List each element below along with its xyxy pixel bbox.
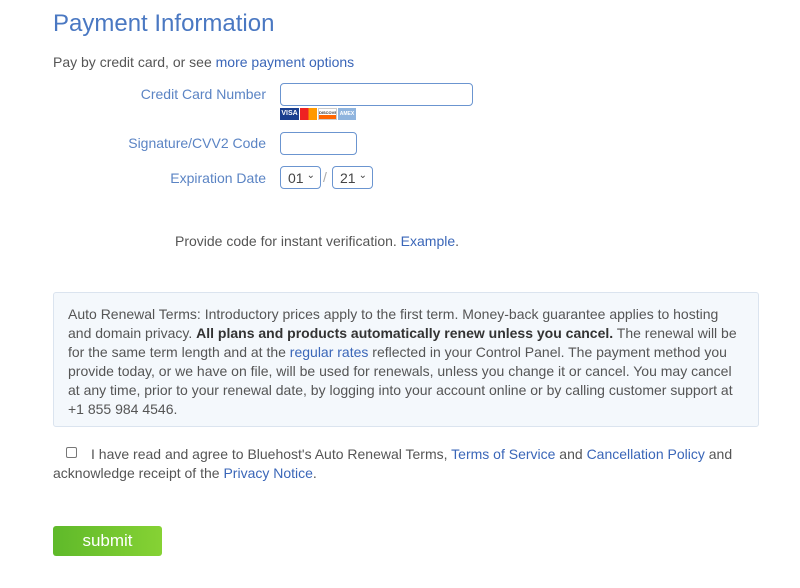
visa-logo: VISA	[280, 108, 299, 120]
expiration-year-select[interactable]: 21 ⌄	[332, 166, 373, 189]
terms-of-service-link[interactable]: Terms of Service	[451, 446, 555, 462]
cvv-label: Signature/CVV2 Code	[128, 135, 266, 151]
more-payment-options-link[interactable]: more payment options	[216, 54, 355, 70]
discover-logo: DISCOVER	[318, 108, 337, 120]
card-number-input[interactable]	[280, 83, 473, 106]
verification-text: Provide code for instant verification. E…	[175, 233, 460, 249]
chevron-down-icon: ⌄	[358, 170, 367, 181]
expiration-label: Expiration Date	[170, 170, 266, 186]
page-title: Payment Information	[53, 10, 275, 37]
agreement: I have read and agree to Bluehost's Auto…	[53, 446, 733, 481]
regular-rates-link[interactable]: regular rates	[290, 344, 369, 360]
submit-button[interactable]: submit	[53, 526, 162, 556]
chevron-down-icon: ⌄	[306, 170, 315, 181]
privacy-notice-link[interactable]: Privacy Notice	[223, 465, 312, 481]
accepted-cards: VISA DISCOVER AMEX	[280, 108, 356, 120]
agree-checkbox[interactable]	[66, 447, 77, 458]
cancellation-policy-link[interactable]: Cancellation Policy	[587, 446, 705, 462]
amex-logo: AMEX	[338, 108, 356, 120]
intro-text: Pay by credit card, or see more payment …	[53, 54, 355, 70]
date-separator: /	[323, 169, 327, 185]
example-link[interactable]: Example	[401, 233, 455, 249]
expiration-month-select[interactable]: 01 ⌄	[280, 166, 321, 189]
mastercard-logo	[300, 108, 317, 120]
cvv-input[interactable]	[280, 132, 357, 155]
card-number-label: Credit Card Number	[140, 86, 266, 102]
auto-renewal-terms: Auto Renewal Terms: Introductory prices …	[53, 292, 759, 427]
